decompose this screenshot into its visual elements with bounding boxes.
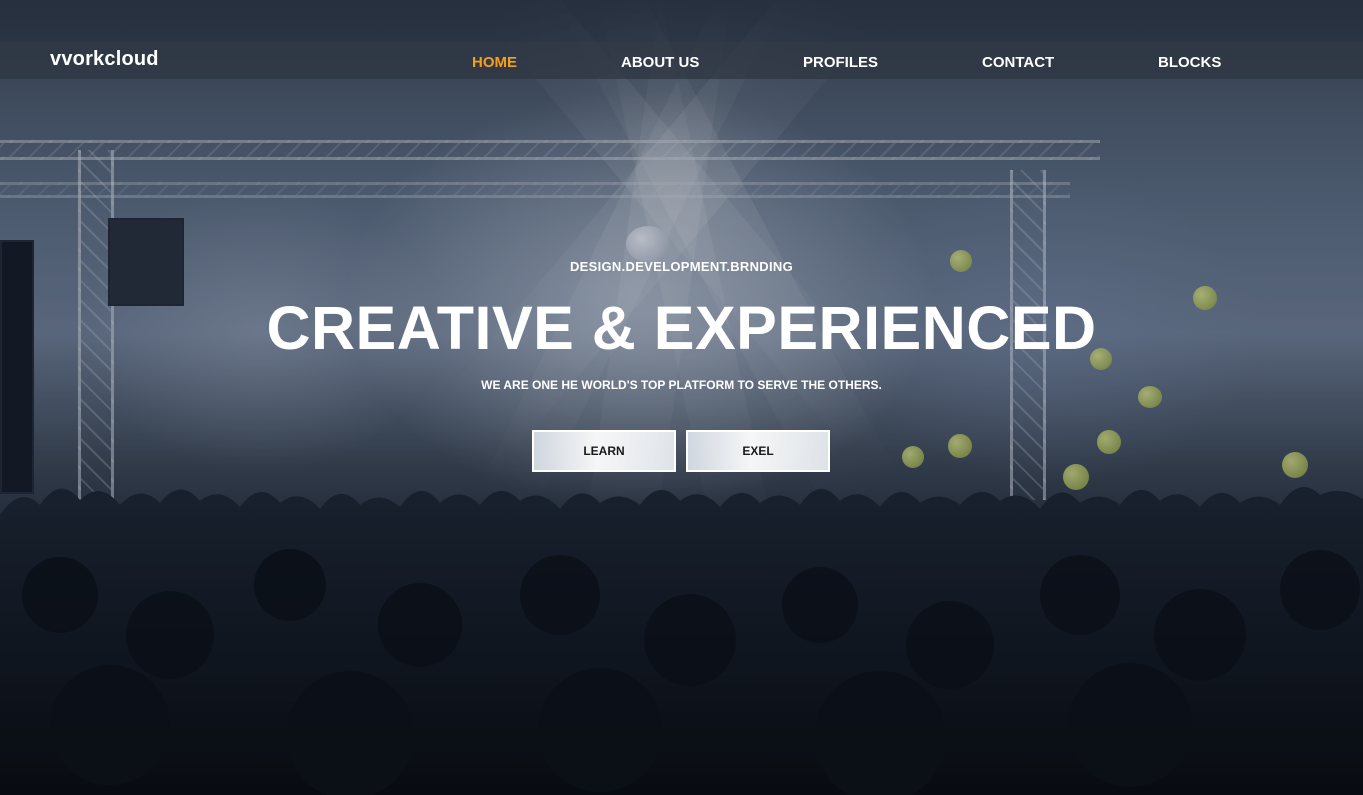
nav-item-blocks[interactable]: BLOCKS (1158, 54, 1221, 71)
learn-button[interactable]: LEARN (532, 430, 676, 472)
hero-section: vvorkcloud HOME ABOUT US PROFILES CONTAC… (0, 0, 1363, 795)
hero-dark-overlay (0, 0, 1363, 795)
top-strip (0, 0, 1363, 42)
hero-subline: WE ARE ONE HE WORLD'S TOP PLATFORM TO SE… (481, 378, 882, 392)
exel-button[interactable]: EXEL (686, 430, 830, 472)
nav-item-about-us[interactable]: ABOUT US (621, 54, 699, 71)
nav-item-profiles[interactable]: PROFILES (803, 54, 878, 71)
hero-tagline: DESIGN.DEVELOPMENT.BRNDING (569, 259, 794, 274)
hero-headline: CREATIVE & EXPERIENCED (266, 294, 1097, 362)
nav-item-contact[interactable]: CONTACT (982, 54, 1054, 71)
brand-logo[interactable]: vvorkcloud (50, 48, 159, 71)
nav-item-home[interactable]: HOME (472, 54, 517, 71)
